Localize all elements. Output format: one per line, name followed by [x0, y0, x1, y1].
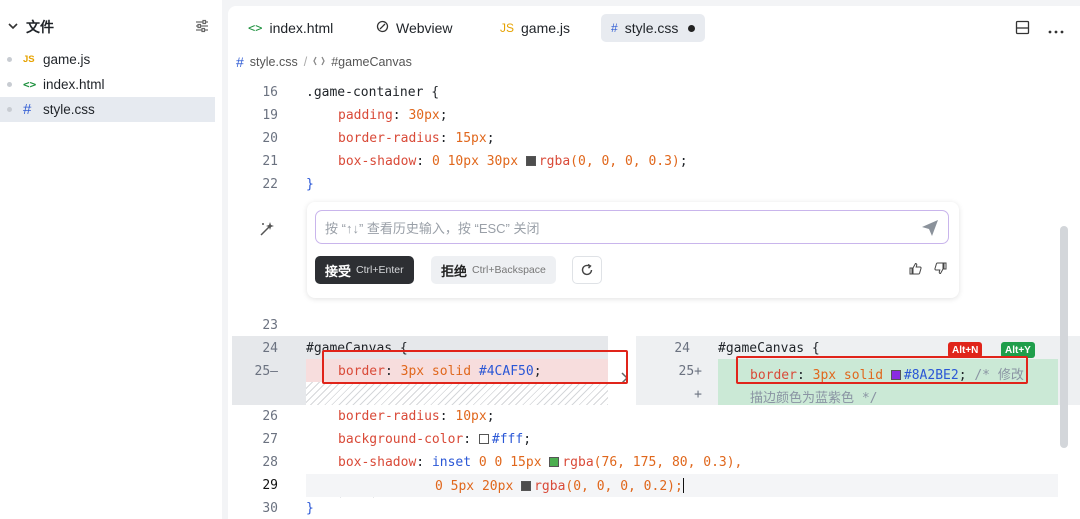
code-line: box-shadow: inset 0 0 15px rgba(76, 175,… — [338, 455, 743, 470]
line-number: 29 — [262, 478, 278, 493]
thumbs-up-icon[interactable] — [909, 262, 922, 279]
code-area[interactable]: 16 .game-container { 19 padding: 30px; 2… — [228, 6, 1080, 519]
file-item-game-js[interactable]: JS game.js — [0, 47, 215, 72]
refresh-icon — [581, 263, 593, 276]
file-explorer: 文件 JS game.js <> index.html # style.css — [0, 0, 222, 519]
code-line: padding: 30px; — [338, 108, 448, 123]
highlight-box-original — [322, 350, 628, 384]
vertical-scrollbar[interactable] — [1060, 226, 1068, 448]
line-number: 24 — [262, 341, 278, 356]
code-line-added-wrap: 描边颜色为蓝紫色 */ — [750, 391, 878, 406]
line-number: 21 — [262, 154, 278, 169]
feedback-group — [909, 262, 947, 279]
line-number: 26 — [262, 409, 278, 424]
code-line: } — [306, 501, 314, 516]
ai-prompt-input[interactable]: 按 “↑↓” 查看历史输入，按 “ESC” 关闭 — [315, 210, 949, 244]
chevron-down-icon[interactable] — [8, 21, 24, 34]
code-line: border-radius: 10px; — [338, 409, 495, 424]
file-item-style-css[interactable]: # style.css — [0, 97, 215, 122]
line-number: 16 — [262, 85, 278, 100]
explorer-header[interactable]: 文件 — [8, 14, 214, 40]
line-number: 25— — [254, 364, 278, 379]
file-name: style.css — [43, 102, 95, 117]
line-number: 24 — [674, 341, 690, 356]
file-dot — [7, 57, 12, 62]
code-line: border-radius: 15px; — [338, 131, 495, 146]
code-line: .game-container { — [306, 85, 440, 100]
html-file-icon: <> — [23, 78, 37, 91]
settings-sliders-icon[interactable] — [194, 18, 210, 34]
highlight-box-modified — [736, 356, 1028, 384]
code-line: } — [306, 177, 314, 192]
line-marker: + — [694, 387, 702, 402]
line-number: 22 — [262, 177, 278, 192]
thumbs-down-icon[interactable] — [934, 262, 947, 279]
line-number: 23 — [262, 318, 278, 333]
code-line: box-shadow: 0 10px 30px rgba(0, 0, 0, 0.… — [338, 154, 688, 169]
code-line: background-color: #fff; — [338, 432, 532, 447]
js-file-icon: JS — [23, 54, 35, 65]
send-icon[interactable] — [921, 219, 939, 237]
line-number: 19 — [262, 108, 278, 123]
diff-placeholder-hatch — [306, 382, 608, 405]
line-number: 28 — [262, 455, 278, 470]
css-file-icon: # — [23, 101, 32, 118]
file-dot — [7, 82, 12, 87]
text-cursor — [682, 478, 685, 493]
line-number: 20 — [262, 131, 278, 146]
code-line: #gameCanvas { — [718, 341, 820, 356]
reject-button[interactable]: 拒绝 Ctrl+Backspace — [431, 256, 556, 284]
file-dot — [7, 107, 12, 112]
regenerate-button[interactable] — [572, 256, 602, 284]
file-item-index-html[interactable]: <> index.html — [0, 72, 215, 97]
color-swatch[interactable] — [549, 457, 560, 467]
editor-panel: <> index.html Webview JS game.js # style… — [228, 6, 1080, 519]
color-swatch[interactable] — [478, 434, 489, 444]
explorer-title: 文件 — [26, 19, 54, 35]
color-swatch[interactable] — [521, 481, 532, 491]
file-name: game.js — [43, 52, 91, 67]
ai-inline-chat: 按 “↑↓” 查看历史输入，按 “ESC” 关闭 接受 Ctrl+Enter 拒绝… — [307, 202, 959, 298]
file-name: index.html — [43, 77, 105, 92]
line-number: 27 — [262, 432, 278, 447]
magic-wand-icon[interactable] — [258, 220, 276, 238]
line-number: 25+ — [678, 364, 702, 379]
color-swatch[interactable] — [525, 156, 536, 166]
line-number: 30 — [262, 501, 278, 516]
accept-button[interactable]: 接受 Ctrl+Enter — [315, 256, 414, 284]
code-line: 0 5px 20px rgba(0, 0, 0, 0.2); — [435, 478, 685, 494]
